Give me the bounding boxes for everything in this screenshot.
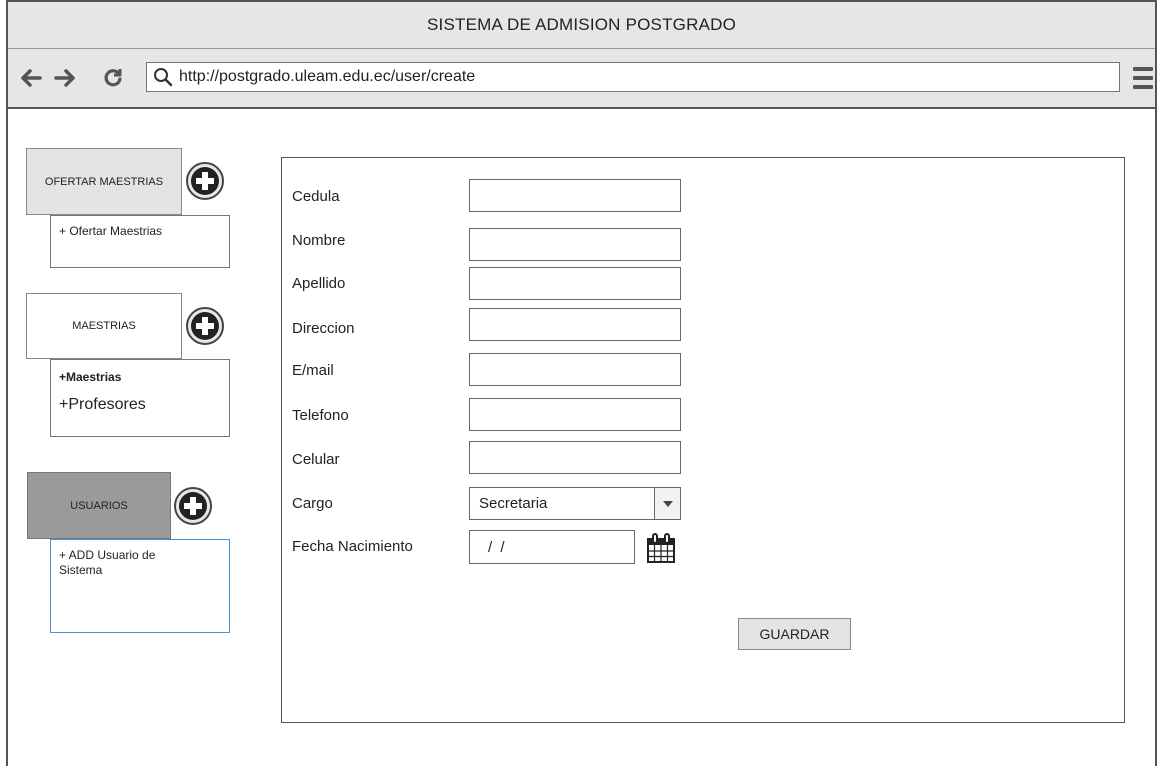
- email-field[interactable]: [469, 353, 681, 386]
- address-bar[interactable]: http://postgrado.uleam.edu.ec/user/creat…: [146, 62, 1120, 92]
- nombre-label: Nombre: [292, 232, 346, 249]
- user-create-form: Cedula Nombre Apellido Direccion E/mail …: [281, 157, 1125, 723]
- reload-icon[interactable]: [100, 65, 126, 91]
- forward-arrow-icon[interactable]: [52, 65, 78, 91]
- url-text: http://postgrado.uleam.edu.ec/user/creat…: [179, 68, 476, 85]
- usuarios-submenu: + ADD Usuario de Sistema: [50, 539, 230, 633]
- celular-label: Celular: [292, 451, 340, 468]
- search-icon: [153, 66, 179, 88]
- browser-navbar: http://postgrado.uleam.edu.ec/user/creat…: [8, 49, 1155, 109]
- submenu-item-add-usuario[interactable]: + ADD Usuario de Sistema: [59, 548, 189, 578]
- ofertar-maestrias-submenu: + Ofertar Maestrias: [50, 215, 230, 268]
- back-arrow-icon[interactable]: [18, 65, 44, 91]
- celular-field[interactable]: [469, 441, 681, 474]
- calendar-icon[interactable]: [645, 532, 677, 564]
- submenu-item-ofertar-maestrias[interactable]: + Ofertar Maestrias: [59, 224, 229, 238]
- submenu-item-profesores[interactable]: +Profesores: [59, 396, 229, 414]
- hamburger-menu-icon[interactable]: [1133, 67, 1153, 89]
- add-ofertar-maestrias-icon[interactable]: [186, 162, 224, 200]
- add-usuarios-icon[interactable]: [174, 487, 212, 525]
- sidebar-tab-label: MAESTRIAS: [72, 320, 136, 332]
- sidebar-tab-ofertar-maestrias[interactable]: OFERTAR MAESTRIAS: [26, 148, 182, 215]
- chevron-down-icon[interactable]: [654, 488, 680, 519]
- fecha-nacimiento-value: / /: [488, 538, 507, 556]
- telefono-field[interactable]: [469, 398, 681, 431]
- cedula-label: Cedula: [292, 188, 340, 205]
- cargo-label: Cargo: [292, 495, 333, 512]
- sidebar-tab-label: OFERTAR MAESTRIAS: [44, 175, 164, 188]
- fecha-nacimiento-label: Fecha Nacimiento: [292, 538, 413, 555]
- window-title: SISTEMA DE ADMISION POSTGRADO: [8, 2, 1155, 49]
- cargo-selected-value: Secretaria: [479, 495, 548, 512]
- direccion-field[interactable]: [469, 308, 681, 341]
- telefono-label: Telefono: [292, 407, 349, 424]
- direccion-label: Direccion: [292, 320, 355, 337]
- maestrias-submenu: +Maestrias +Profesores: [50, 359, 230, 437]
- cedula-field[interactable]: [469, 179, 681, 212]
- sidebar-tab-usuarios[interactable]: USUARIOS: [27, 472, 171, 539]
- apellido-label: Apellido: [292, 275, 346, 292]
- fecha-nacimiento-field[interactable]: / /: [469, 530, 635, 564]
- save-button[interactable]: GUARDAR: [738, 618, 851, 650]
- nombre-field[interactable]: [469, 228, 681, 261]
- email-label: E/mail: [292, 362, 334, 379]
- sidebar-tab-maestrias[interactable]: MAESTRIAS: [26, 293, 182, 359]
- cargo-select[interactable]: Secretaria: [469, 487, 681, 520]
- add-maestrias-icon[interactable]: [186, 307, 224, 345]
- apellido-field[interactable]: [469, 267, 681, 300]
- submenu-item-maestrias[interactable]: +Maestrias: [59, 370, 229, 384]
- sidebar-tab-label: USUARIOS: [70, 499, 128, 512]
